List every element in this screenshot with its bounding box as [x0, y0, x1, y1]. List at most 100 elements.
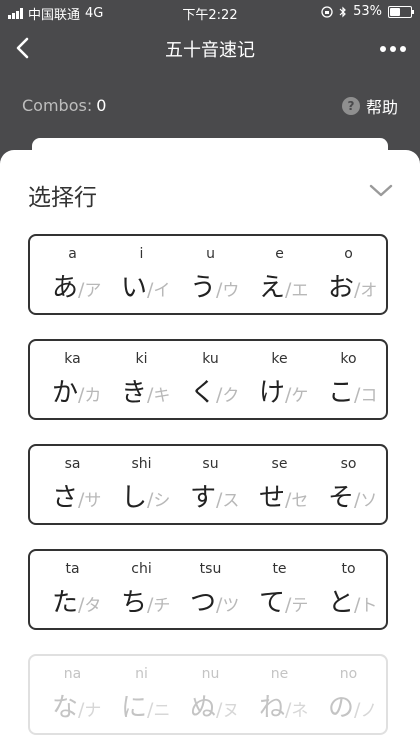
more-button[interactable] — [380, 46, 406, 52]
hiragana-char: た — [52, 588, 79, 618]
kana-pair: さ/サ — [52, 477, 101, 514]
katakana-char: ケ — [291, 386, 309, 406]
kana-cell: i い/イ — [107, 236, 176, 312]
kana-cell: na な/ナ — [38, 656, 107, 732]
kana-pair: そ/ソ — [328, 477, 377, 514]
kana-cell: ni に/ニ — [107, 656, 176, 732]
romaji-label: so — [340, 456, 357, 472]
kana-pair: た/タ — [52, 582, 101, 619]
hiragana-char: の — [328, 693, 355, 723]
kana-pair: き/キ — [121, 372, 170, 409]
kana-cell: ke け/ケ — [245, 341, 314, 417]
hiragana-char: に — [121, 693, 148, 723]
katakana-char: オ — [360, 281, 378, 301]
kana-cell: no の/ノ — [314, 656, 383, 732]
kana-cell: ki き/キ — [107, 341, 176, 417]
katakana-char: キ — [153, 386, 171, 406]
romaji-label: tsu — [199, 561, 222, 577]
hiragana-char: し — [121, 483, 148, 513]
info-bar: Combos: 0 ? 帮助 — [0, 80, 420, 130]
hiragana-char: い — [121, 273, 148, 303]
kana-pair: い/イ — [121, 267, 170, 304]
romaji-label: e — [275, 246, 284, 262]
kana-pair: し/シ — [121, 477, 170, 514]
hiragana-char: き — [121, 378, 148, 408]
kana-row-card[interactable]: ka か/カ ki き/キ ku く/ク ke け/ケ ko こ/コ — [28, 339, 388, 420]
kana-pair: す/ス — [190, 477, 239, 514]
katakana-char: テ — [291, 596, 309, 616]
kana-row-card[interactable]: a あ/ア i い/イ u う/ウ e え/エ o お/オ — [28, 234, 388, 315]
katakana-char: チ — [153, 596, 171, 616]
katakana-char: イ — [153, 281, 171, 301]
hiragana-char: つ — [190, 588, 217, 618]
kana-pair: な/ナ — [52, 687, 101, 724]
kana-pair: ね/ネ — [259, 687, 308, 724]
romaji-label: na — [63, 666, 82, 682]
kana-cell: to と/ト — [314, 551, 383, 627]
kana-pair: お/オ — [328, 267, 377, 304]
help-button[interactable]: ? 帮助 — [341, 94, 398, 118]
kana-cell: se せ/セ — [245, 446, 314, 522]
romaji-label: ko — [340, 351, 357, 367]
katakana-char: ソ — [360, 491, 378, 511]
kana-cell: a あ/ア — [38, 236, 107, 312]
katakana-char: ウ — [222, 281, 240, 301]
kana-pair: あ/ア — [52, 267, 101, 304]
help-icon: ? — [341, 97, 360, 115]
katakana-char: ス — [222, 491, 240, 511]
kana-pair: せ/セ — [259, 477, 308, 514]
romaji-label: ki — [135, 351, 148, 367]
combos-value: 0 — [96, 96, 107, 115]
kana-row-card[interactable]: ta た/タ chi ち/チ tsu つ/ツ te て/テ to と/ト — [28, 549, 388, 630]
kana-cell: te て/テ — [245, 551, 314, 627]
romaji-label: te — [272, 561, 287, 577]
kana-row-card: na な/ナ ni に/ニ nu ぬ/ヌ ne ね/ネ no の/ノ — [28, 654, 388, 735]
status-right: 53% — [321, 4, 414, 19]
katakana-char: サ — [84, 491, 102, 511]
romaji-label: se — [271, 456, 288, 472]
romaji-label: chi — [131, 561, 152, 577]
kana-pair: ち/チ — [121, 582, 170, 619]
katakana-char: シ — [153, 491, 171, 511]
kana-pair: う/ウ — [190, 267, 239, 304]
katakana-char: カ — [84, 386, 102, 406]
bluetooth-icon — [339, 6, 346, 17]
romaji-label: ku — [202, 351, 219, 367]
combos-counter: Combos: 0 — [22, 96, 106, 115]
kana-cell: ne ね/ネ — [245, 656, 314, 732]
rotation-lock-icon — [321, 5, 333, 18]
chevron-down-icon — [369, 184, 393, 197]
kana-pair: け/ケ — [259, 372, 308, 409]
katakana-char: ク — [222, 386, 240, 406]
kana-cell: so そ/ソ — [314, 446, 383, 522]
hiragana-char: そ — [328, 483, 355, 513]
kana-row-card[interactable]: sa さ/サ shi し/シ su す/ス se せ/セ so そ/ソ — [28, 444, 388, 525]
sheet-title: 选择行 — [28, 185, 97, 211]
battery-fill — [390, 7, 400, 16]
kana-cell: sa さ/サ — [38, 446, 107, 522]
kana-pair: て/テ — [259, 582, 308, 619]
romaji-label: ka — [64, 351, 81, 367]
romaji-label: u — [206, 246, 215, 262]
nav-bar: 五十音速记 — [0, 24, 420, 72]
katakana-char: セ — [291, 491, 309, 511]
romaji-label: ta — [65, 561, 80, 577]
kana-cell: shi し/シ — [107, 446, 176, 522]
romaji-label: o — [344, 246, 353, 262]
hiragana-char: あ — [52, 273, 79, 303]
romaji-label: ne — [270, 666, 289, 682]
kana-cell: ko こ/コ — [314, 341, 383, 417]
hiragana-char: か — [52, 378, 79, 408]
katakana-char: エ — [291, 281, 309, 301]
kana-pair: ぬ/ヌ — [190, 687, 239, 724]
romaji-label: no — [339, 666, 358, 682]
hiragana-char: と — [328, 588, 355, 618]
kana-pair: え/エ — [259, 267, 308, 304]
more-dot — [390, 46, 396, 52]
hiragana-char: な — [52, 693, 79, 723]
romaji-label: ni — [135, 666, 148, 682]
kana-pair: の/ノ — [328, 687, 377, 724]
hiragana-char: お — [328, 273, 355, 303]
collapse-button[interactable] — [368, 180, 394, 200]
hiragana-char: て — [259, 588, 286, 618]
